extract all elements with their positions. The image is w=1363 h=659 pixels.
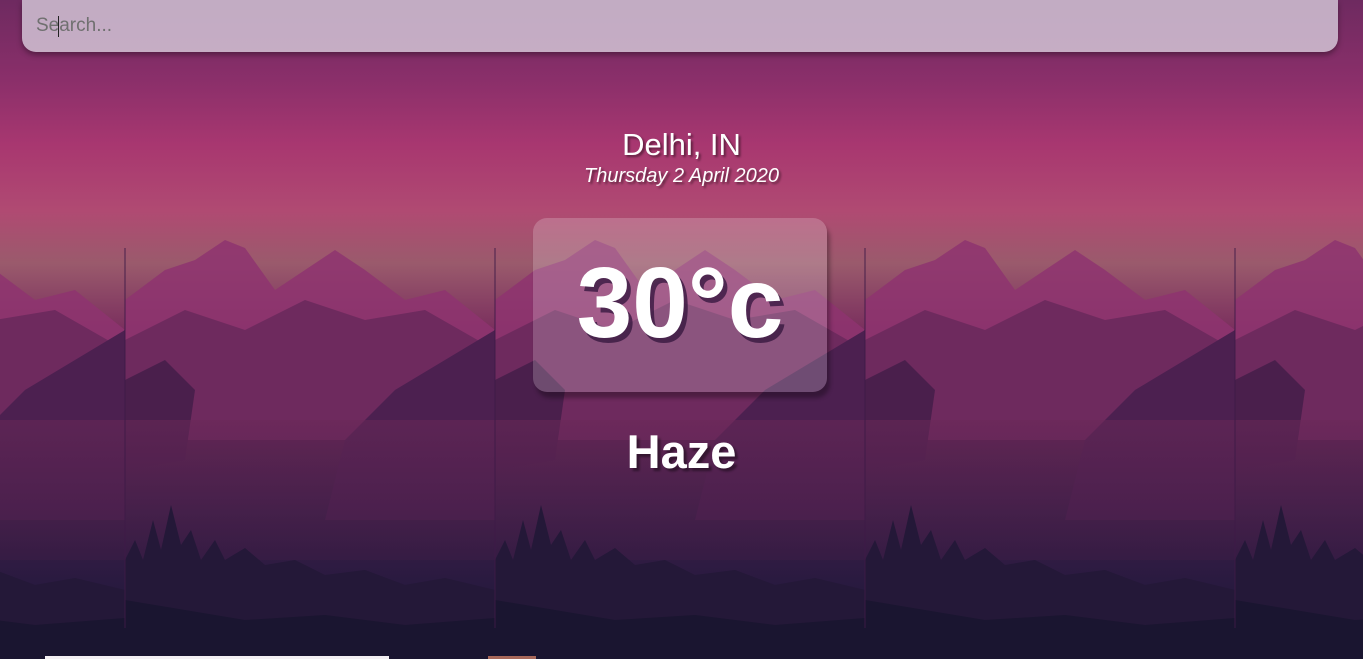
current-date: Thursday 2 April 2020 bbox=[584, 165, 779, 187]
temperature-card: 30°c bbox=[533, 218, 827, 392]
text-cursor bbox=[58, 16, 59, 37]
temperature-value: 30°c bbox=[576, 247, 784, 359]
weather-condition: Haze bbox=[626, 425, 737, 478]
search-bar bbox=[22, 0, 1338, 52]
search-input[interactable] bbox=[36, 12, 1316, 40]
location-name: Delhi, IN bbox=[622, 127, 741, 162]
weather-app: Delhi, IN Thursday 2 April 2020 30°c Haz… bbox=[0, 0, 1363, 659]
